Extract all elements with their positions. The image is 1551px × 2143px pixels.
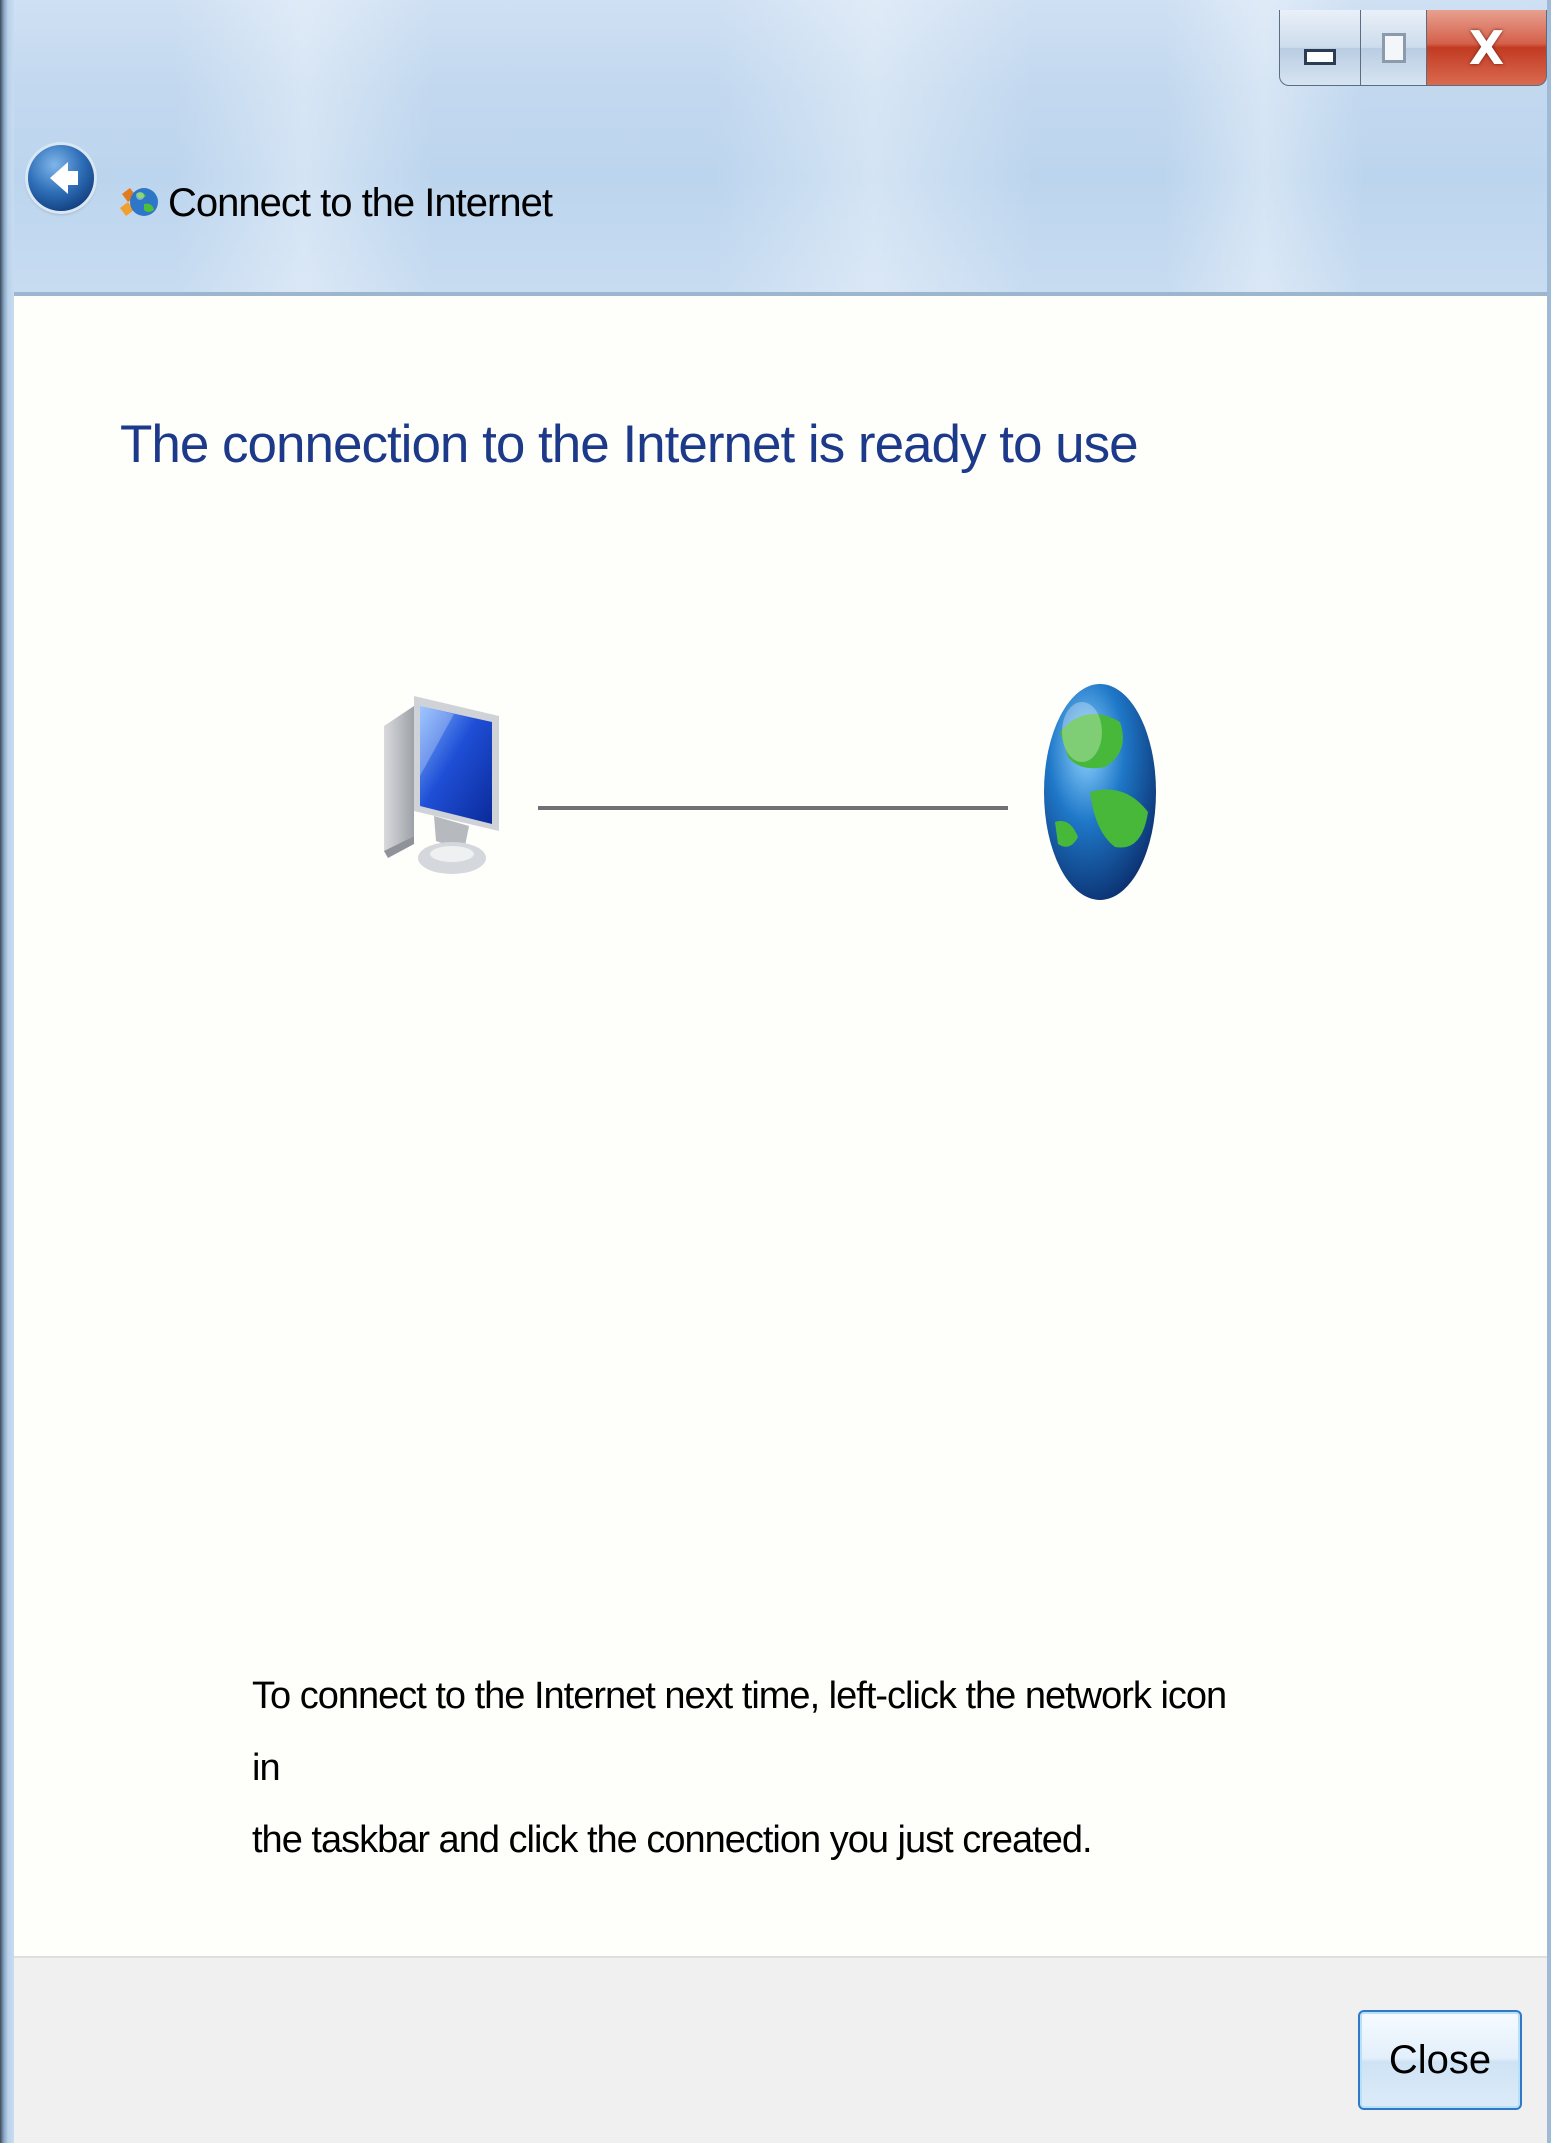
maximize-icon	[1381, 32, 1406, 63]
caption-buttons: X	[1279, 10, 1547, 88]
connect-internet-window: X Connect to the Internet The connection…	[0, 0, 1551, 2143]
window-frame-right	[1547, 0, 1551, 2143]
back-button[interactable]	[28, 145, 94, 211]
maximize-button[interactable]	[1361, 10, 1427, 86]
computer-icon	[384, 696, 499, 874]
connection-line	[538, 806, 1008, 810]
minimize-icon	[1304, 48, 1336, 65]
button-bar: Close	[14, 1956, 1547, 2143]
globe-icon	[1044, 684, 1156, 900]
page-heading: The connection to the Internet is ready …	[120, 415, 1139, 474]
minimize-button[interactable]	[1279, 10, 1361, 86]
info-text: To connect to the Internet next time, le…	[252, 1660, 1252, 1876]
back-arrow-icon	[50, 162, 78, 194]
window-frame-left	[0, 0, 14, 2143]
close-button[interactable]: Close	[1358, 2010, 1522, 2110]
glass-streak	[174, 0, 434, 296]
content-panel: The connection to the Internet is ready …	[14, 296, 1547, 1956]
glass-streak	[714, 0, 1034, 296]
info-line-1: To connect to the Internet next time, le…	[252, 1675, 1227, 1789]
window-title: Connect to the Internet	[168, 181, 553, 225]
close-window-button[interactable]: X	[1427, 10, 1547, 86]
info-line-2: the taskbar and click the connection you…	[252, 1819, 1093, 1861]
network-globe-icon	[120, 188, 158, 216]
close-icon: X	[1468, 20, 1505, 75]
